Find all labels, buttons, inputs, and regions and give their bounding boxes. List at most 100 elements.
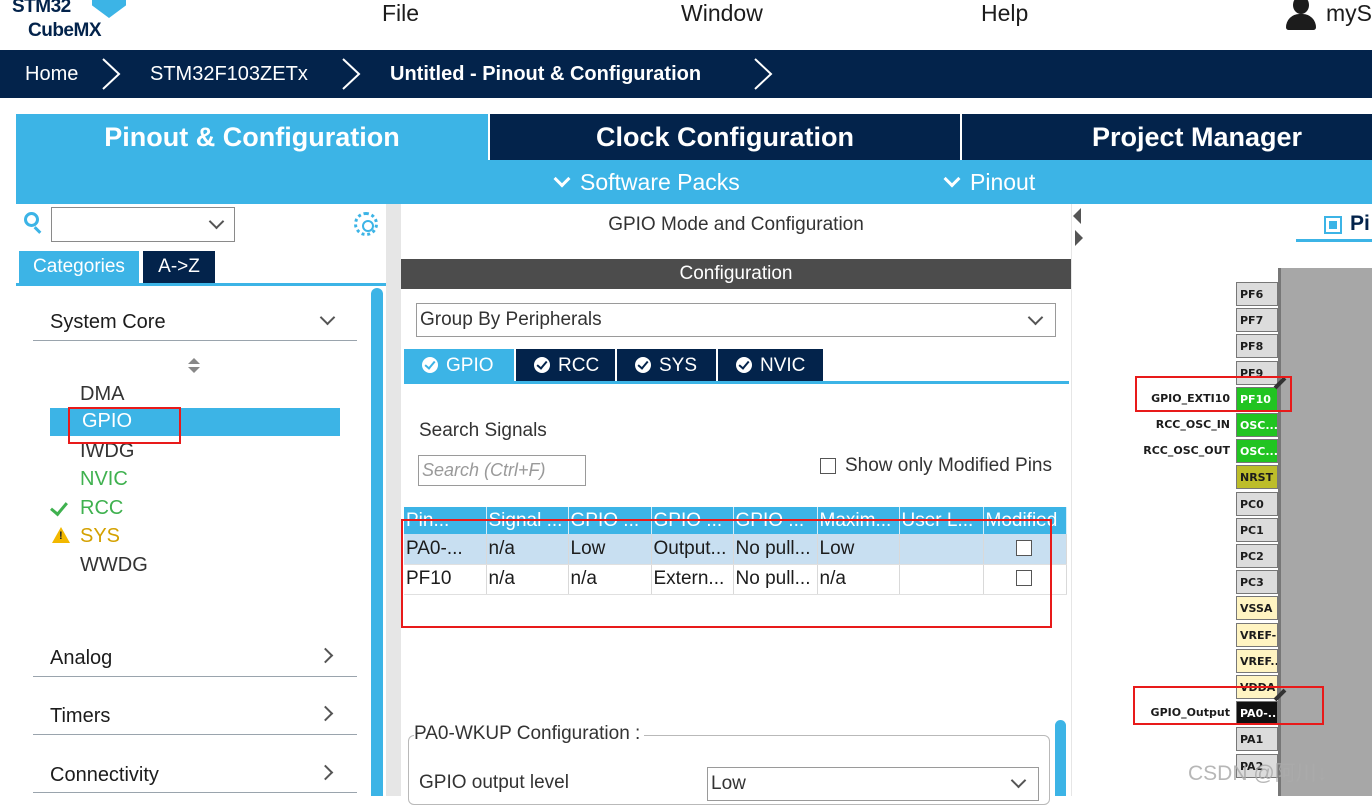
group-by-value: Group By Peripherals (420, 309, 602, 330)
chevron-right-icon (342, 58, 361, 90)
group-by-select[interactable]: Group By Peripherals (416, 303, 1056, 337)
show-modified-checkbox[interactable] (820, 458, 836, 474)
gear-icon[interactable] (354, 212, 378, 236)
peripheral-tab-rcc[interactable]: RCC (516, 349, 615, 382)
category-tab-underline (16, 283, 386, 286)
breadcrumb-mcu[interactable]: STM32F103ZETx (150, 50, 308, 98)
left-panel-scrollbar[interactable] (371, 288, 383, 796)
gpio-mode-title: GPIO Mode and Configuration (401, 204, 1071, 246)
tab-project-manager[interactable]: Project Manager (962, 114, 1372, 160)
chevron-down-icon[interactable] (1010, 772, 1027, 789)
tab-categories[interactable]: Categories (19, 251, 139, 283)
mcu-pin-signal-label[interactable]: RCC_OSC_OUT (1143, 444, 1230, 457)
warning-icon (52, 527, 70, 543)
breadcrumb: Home STM32F103ZETx Untitled - Pinout & C… (0, 50, 1372, 98)
chevron-down-icon[interactable] (1027, 309, 1044, 326)
main-tab-strip: Pinout & Configuration Clock Configurati… (16, 114, 1372, 160)
section-divider (33, 676, 357, 677)
check-circle-icon (534, 357, 550, 373)
search-icon[interactable] (24, 212, 44, 234)
sort-arrows-icon[interactable] (188, 358, 200, 376)
mcu-pin[interactable]: PF6 (1236, 282, 1278, 306)
peripheral-tab-underline (404, 381, 1069, 384)
check-circle-icon (736, 357, 752, 373)
section-system-core[interactable]: System Core (50, 311, 166, 334)
mcu-pin[interactable]: PA1 (1236, 727, 1278, 752)
check-circle-icon (422, 357, 438, 373)
highlight-box-gpio (68, 407, 181, 444)
section-analog[interactable]: Analog (50, 647, 112, 670)
mcu-pin[interactable]: VREF.. (1236, 648, 1278, 673)
configuration-header: Configuration (401, 259, 1071, 289)
collapse-arrows-icon[interactable] (1073, 208, 1083, 248)
signal-search-input[interactable]: Search (Ctrl+F) (418, 455, 586, 486)
mcu-pin[interactable]: VSSA (1236, 596, 1278, 621)
mcu-pin[interactable]: OSC... (1236, 439, 1278, 464)
panel-splitter[interactable] (1072, 204, 1084, 796)
breadcrumb-current[interactable]: Untitled - Pinout & Configuration (390, 50, 701, 98)
section-divider (33, 792, 357, 793)
stm32cubemx-logo: STM32 CubeMX (12, 0, 126, 48)
mcu-pin[interactable]: PC1 (1236, 517, 1278, 542)
core-item-wwdg[interactable]: WWDG (80, 554, 148, 577)
core-item-dma[interactable]: DMA (80, 383, 124, 406)
core-item-sys[interactable]: SYS (80, 525, 120, 548)
user-name[interactable]: myS (1326, 0, 1372, 27)
peripheral-tab-label: SYS (659, 355, 698, 376)
section-divider (33, 734, 357, 735)
mcu-pin[interactable]: VREF- (1236, 622, 1278, 647)
menu-window[interactable]: Window (681, 0, 763, 27)
tab-pinout-configuration[interactable]: Pinout & Configuration (16, 114, 488, 160)
peripheral-tab-gpio[interactable]: GPIO (404, 349, 514, 382)
mcu-pin[interactable]: OSC... (1236, 413, 1278, 437)
section-connectivity[interactable]: Connectivity (50, 764, 159, 787)
logo-text-bottom: CubeMX (28, 20, 102, 41)
chevron-down-icon (943, 170, 961, 188)
highlight-box-pf10 (1135, 376, 1292, 412)
menu-help[interactable]: Help (981, 0, 1028, 27)
highlight-box-pin-table (401, 519, 1052, 628)
mcu-pin[interactable]: NRST (1236, 465, 1278, 490)
category-search-combobox[interactable] (51, 207, 235, 242)
chevron-down-icon (553, 170, 571, 188)
gpio-output-level-value: Low (711, 773, 746, 794)
menu-file[interactable]: File (382, 0, 419, 27)
chip-icon (1324, 216, 1342, 234)
gpio-output-level-label: GPIO output level (419, 772, 569, 793)
show-modified-label[interactable]: Show only Modified Pins (845, 455, 1052, 477)
chevron-right-icon (102, 58, 121, 90)
chevron-right-icon (754, 58, 773, 90)
software-packs-menu[interactable]: Software Packs (553, 160, 740, 204)
csdn-watermark: CSDN @阿川↓ (1188, 762, 1328, 785)
section-divider (33, 340, 357, 341)
tab-clock-configuration[interactable]: Clock Configuration (490, 114, 960, 160)
pinout-menu[interactable]: Pinout (943, 160, 1036, 204)
user-icon[interactable] (1284, 0, 1318, 30)
highlight-box-pa0 (1133, 686, 1324, 725)
peripheral-tab-nvic[interactable]: NVIC (718, 349, 823, 382)
sub-menu-bar: Software Packs Pinout (16, 160, 1372, 204)
software-packs-label: Software Packs (580, 169, 740, 195)
mcu-pin[interactable]: PC0 (1236, 491, 1278, 516)
tab-a-to-z[interactable]: A->Z (143, 251, 215, 283)
pinout-tab-underline (1296, 239, 1372, 242)
mcu-pin[interactable]: PF7 (1236, 308, 1278, 333)
menu-bar: STM32 CubeMX File Window Help myS (0, 0, 1372, 50)
mcu-pin[interactable]: PC3 (1236, 570, 1278, 595)
logo-cube-icon (92, 0, 126, 18)
mcu-pin[interactable]: PC2 (1236, 544, 1278, 568)
mcu-pin[interactable]: PF8 (1236, 334, 1278, 359)
peripheral-tab-label: RCC (558, 355, 600, 376)
section-timers[interactable]: Timers (50, 705, 110, 728)
peripheral-tab-label: NVIC (760, 355, 806, 376)
mcu-pin-signal-label[interactable]: RCC_OSC_IN (1156, 418, 1230, 431)
config-scrollbar[interactable] (1055, 720, 1066, 796)
core-item-rcc[interactable]: RCC (80, 497, 123, 520)
breadcrumb-home[interactable]: Home (25, 50, 78, 98)
pinout-menu-label: Pinout (970, 169, 1036, 195)
pinout-view-tab[interactable]: Pi (1350, 212, 1370, 236)
search-signals-label: Search Signals (419, 420, 547, 441)
peripheral-tab-sys[interactable]: SYS (617, 349, 716, 382)
core-item-nvic[interactable]: NVIC (80, 468, 128, 491)
chevron-down-icon[interactable] (208, 213, 225, 230)
